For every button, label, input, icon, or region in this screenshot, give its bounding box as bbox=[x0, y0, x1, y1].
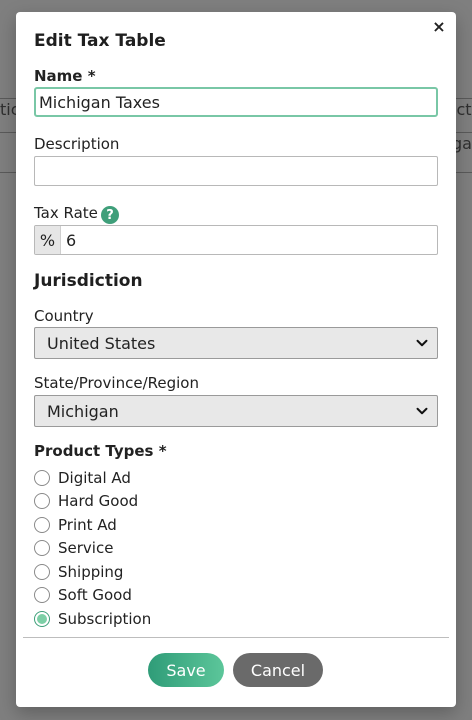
product-type-label: Service bbox=[58, 539, 114, 558]
close-icon[interactable]: × bbox=[429, 17, 449, 37]
product-type-label: Shipping bbox=[58, 562, 124, 581]
description-label: Description bbox=[34, 135, 120, 153]
background-fragment-left: tic bbox=[0, 100, 16, 119]
product-type-soft-good[interactable]: Soft Good bbox=[34, 584, 438, 608]
jurisdiction-title: Jurisdiction bbox=[34, 271, 143, 291]
product-type-digital-ad[interactable]: Digital Ad bbox=[34, 466, 438, 490]
edit-tax-table-modal: Edit Tax Table × Name * Michigan Taxes D… bbox=[16, 12, 456, 707]
tax-rate-value: 6 bbox=[66, 230, 77, 250]
product-type-label: Print Ad bbox=[58, 515, 117, 534]
country-label: Country bbox=[34, 307, 94, 325]
product-type-print-ad[interactable]: Print Ad bbox=[34, 513, 438, 537]
name-input[interactable]: Michigan Taxes bbox=[34, 87, 438, 117]
radio-icon[interactable] bbox=[34, 540, 50, 557]
product-type-hard-good[interactable]: Hard Good bbox=[34, 490, 438, 514]
product-type-label: Soft Good bbox=[58, 586, 132, 605]
radio-icon[interactable] bbox=[34, 493, 50, 510]
product-type-label: Hard Good bbox=[58, 492, 139, 511]
product-type-subscription[interactable]: Subscription bbox=[34, 607, 438, 631]
state-select[interactable]: Michigan bbox=[34, 395, 438, 427]
state-value: Michigan bbox=[47, 401, 119, 421]
tax-rate-label: Tax Rate bbox=[34, 204, 98, 222]
product-type-service[interactable]: Service bbox=[34, 537, 438, 561]
help-glyph: ? bbox=[106, 207, 114, 223]
country-value: United States bbox=[47, 333, 156, 353]
radio-icon[interactable] bbox=[34, 516, 50, 533]
product-type-label: Digital Ad bbox=[58, 468, 131, 487]
chevron-down-icon bbox=[407, 328, 437, 358]
radio-icon[interactable] bbox=[34, 587, 50, 604]
footer-divider bbox=[23, 637, 449, 638]
save-button[interactable]: Save bbox=[148, 653, 224, 687]
radio-icon[interactable] bbox=[34, 563, 50, 580]
help-icon[interactable]: ? bbox=[101, 206, 119, 224]
state-label: State/Province/Region bbox=[34, 374, 199, 392]
radio-icon[interactable] bbox=[34, 469, 50, 486]
description-input[interactable] bbox=[34, 156, 438, 186]
radio-icon[interactable] bbox=[34, 610, 50, 627]
product-types-label: Product Types * bbox=[34, 442, 167, 460]
cancel-button[interactable]: Cancel bbox=[233, 653, 323, 687]
tax-rate-input[interactable]: % 6 bbox=[34, 225, 438, 255]
name-input-value: Michigan Taxes bbox=[39, 93, 160, 112]
percent-prefix: % bbox=[35, 226, 61, 254]
country-select[interactable]: United States bbox=[34, 327, 438, 359]
modal-title: Edit Tax Table bbox=[34, 31, 166, 51]
product-types-list: Digital Ad Hard Good Print Ad Service Sh… bbox=[34, 466, 438, 631]
name-label: Name * bbox=[34, 67, 96, 85]
product-type-shipping[interactable]: Shipping bbox=[34, 560, 438, 584]
chevron-down-icon bbox=[407, 396, 437, 426]
product-type-label: Subscription bbox=[58, 609, 152, 628]
